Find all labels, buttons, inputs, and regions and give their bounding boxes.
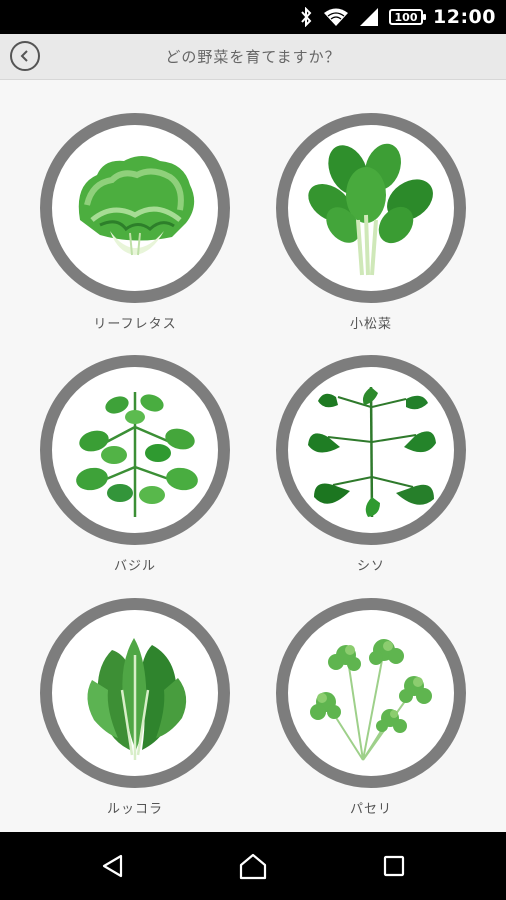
- vegetable-item-leaf-lettuce[interactable]: リーフレタス: [40, 113, 230, 343]
- basil-image: [76, 392, 198, 517]
- page-title: どの野菜を育てますか？: [165, 48, 341, 66]
- status-icons: 100 12:00: [299, 0, 496, 34]
- back-triangle-icon: [102, 854, 123, 878]
- vegetable-image-ring[interactable]: [40, 113, 230, 303]
- home-icon: [239, 853, 267, 880]
- shiso-image: [308, 386, 436, 518]
- battery-level: 100: [394, 10, 418, 24]
- vegetable-image-ring[interactable]: [276, 598, 466, 788]
- back-arrow-icon: [20, 50, 28, 62]
- vegetable-item-komatsuna[interactable]: 小松菜: [276, 113, 466, 343]
- vegetable-image-ring[interactable]: [40, 598, 230, 788]
- komatsuna-image: [308, 143, 433, 276]
- vegetable-image-ring[interactable]: [40, 355, 230, 545]
- nav-recents-button[interactable]: [374, 846, 414, 886]
- vegetable-image-ring[interactable]: [276, 113, 466, 303]
- vegetable-label: バジル: [113, 559, 156, 574]
- bluetooth-icon: [299, 7, 313, 27]
- wifi-icon: [323, 7, 349, 27]
- vegetable-item-basil[interactable]: バジル: [40, 355, 230, 585]
- status-bar: 100 12:00: [0, 0, 506, 34]
- vegetable-item-parsley[interactable]: パセリ: [276, 598, 466, 828]
- app-bar: どの野菜を育てますか？: [0, 34, 506, 80]
- signal-icon: [359, 7, 379, 27]
- vegetable-label: ルッコラ: [106, 802, 163, 817]
- parsley-image: [310, 639, 432, 761]
- leaf-lettuce-image: [78, 156, 195, 256]
- vegetable-image-ring[interactable]: [276, 355, 466, 545]
- vegetable-label: シソ: [356, 559, 385, 574]
- vegetable-label: パセリ: [349, 802, 392, 817]
- vegetable-label: 小松菜: [349, 317, 392, 332]
- back-button[interactable]: [10, 41, 40, 71]
- recents-icon: [383, 855, 405, 877]
- battery-icon: 100: [389, 9, 427, 25]
- nav-home-button[interactable]: [233, 846, 273, 886]
- clock: 12:00: [433, 6, 496, 28]
- vegetable-label: リーフレタス: [93, 317, 177, 332]
- navigation-bar: [0, 832, 506, 900]
- vegetable-item-arugula[interactable]: ルッコラ: [40, 598, 230, 828]
- arugula-image: [87, 638, 187, 760]
- nav-back-button[interactable]: [93, 846, 133, 886]
- vegetable-item-shiso[interactable]: シソ: [276, 355, 466, 585]
- vegetable-grid: リーフレタス 小松菜 バジル シソ ルッコラ パセリ: [0, 80, 506, 832]
